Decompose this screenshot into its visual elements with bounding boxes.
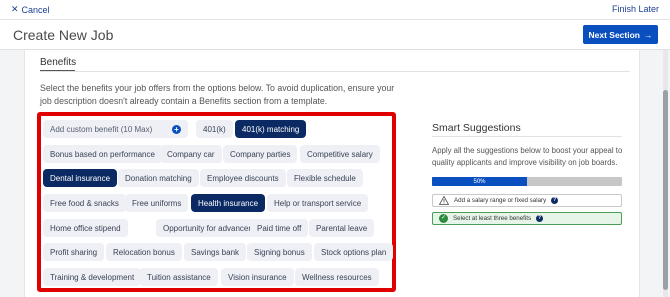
- benefit-chip[interactable]: Competitive salary: [300, 145, 380, 163]
- benefit-chip[interactable]: Tuition assistance: [140, 268, 218, 286]
- benefit-chip[interactable]: Home office stipend: [43, 219, 128, 237]
- benefit-chip[interactable]: Company parties: [223, 145, 298, 163]
- benefit-chip[interactable]: Donation matching: [118, 169, 199, 187]
- progress-label: 50%: [473, 178, 486, 185]
- benefit-chip[interactable]: 401(k) matching: [235, 120, 307, 138]
- top-bar: ✕ Cancel Finish Later: [0, 0, 670, 20]
- benefit-chip[interactable]: Savings bank: [184, 243, 247, 261]
- scrollbar[interactable]: [663, 50, 668, 297]
- scrollbar-thumb[interactable]: [663, 90, 668, 290]
- benefits-title: Benefits: [40, 57, 77, 68]
- section-divider: [40, 71, 630, 72]
- benefit-chip[interactable]: Employee discounts: [200, 169, 286, 187]
- benefit-chip[interactable]: Free uniforms: [125, 194, 189, 212]
- benefit-chip[interactable]: Flexible schedule: [287, 169, 363, 187]
- add-icon[interactable]: +: [172, 124, 181, 134]
- title-underline: [40, 70, 75, 71]
- benefit-chip[interactable]: Profit sharing: [43, 243, 105, 261]
- benefit-chip[interactable]: Stock options plan: [314, 243, 394, 261]
- next-section-button[interactable]: Next Section →: [583, 25, 658, 44]
- benefit-chip[interactable]: Training & development: [43, 268, 142, 286]
- cancel-link[interactable]: ✕ Cancel: [11, 4, 50, 15]
- suggestion-label: Add a salary range or fixed salary: [454, 197, 547, 204]
- page-header: Create New Job Next Section →: [0, 20, 670, 50]
- progress-fill: 50%: [432, 177, 527, 186]
- warning-icon: [439, 196, 449, 205]
- page-title: Create New Job: [13, 27, 114, 43]
- benefit-chip[interactable]: Free food & snacks: [43, 194, 126, 212]
- help-icon[interactable]: ?: [551, 197, 559, 204]
- suggestion-label: Select at least three benefits: [453, 215, 532, 222]
- benefits-description: Select the benefits your job offers from…: [40, 83, 395, 106]
- smart-suggestions-title: Smart Suggestions: [432, 122, 521, 134]
- help-icon[interactable]: ?: [536, 215, 544, 222]
- benefit-chip[interactable]: Signing bonus: [247, 243, 312, 261]
- benefit-chip[interactable]: Paid time off: [250, 219, 309, 237]
- benefit-chip[interactable]: Parental leave: [309, 219, 375, 237]
- benefit-chip[interactable]: Bonus based on performance: [43, 145, 162, 163]
- custom-benefit-input[interactable]: Add custom benefit (10 Max) +: [43, 120, 188, 138]
- smart-suggestions-divider: [432, 136, 622, 137]
- suggestion-salary[interactable]: Add a salary range or fixed salary ?: [432, 194, 622, 207]
- finish-later-link[interactable]: Finish Later: [612, 4, 659, 14]
- smart-suggestions-description: Apply all the suggestions below to boost…: [432, 146, 623, 167]
- benefit-chip[interactable]: Help or transport service: [267, 194, 369, 212]
- benefit-chip[interactable]: Wellness resources: [295, 268, 379, 286]
- close-icon: ✕: [11, 4, 19, 14]
- benefit-chip[interactable]: 401(k): [196, 120, 233, 138]
- benefit-chip[interactable]: Dental insurance: [43, 169, 118, 187]
- arrow-right-icon: →: [644, 29, 653, 40]
- suggestions-progress-bar: 50%: [432, 177, 622, 186]
- suggestion-benefits[interactable]: ✓ Select at least three benefits ?: [432, 212, 622, 225]
- custom-benefit-placeholder: Add custom benefit (10 Max): [50, 124, 153, 134]
- check-icon: ✓: [439, 214, 448, 223]
- benefit-chip[interactable]: Health insurance: [191, 194, 266, 212]
- benefit-chip[interactable]: Company car: [160, 145, 222, 163]
- benefit-chip[interactable]: Vision insurance: [221, 268, 294, 286]
- benefit-chip[interactable]: Relocation bonus: [106, 243, 182, 261]
- cancel-label: Cancel: [21, 4, 50, 15]
- next-section-label: Next Section: [588, 29, 641, 40]
